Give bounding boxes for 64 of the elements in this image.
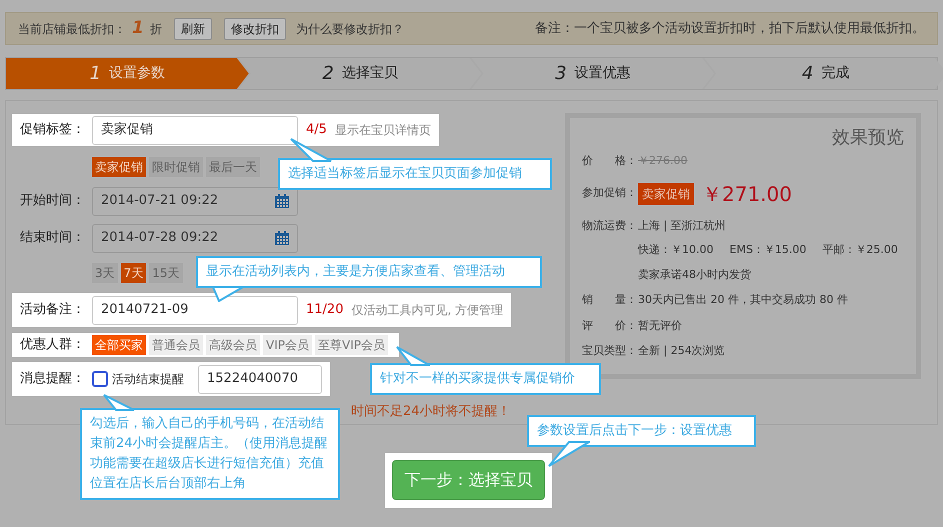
promo-tag: 卖家促销	[638, 182, 694, 204]
preview-label: 价 格：	[582, 153, 638, 169]
char-counter: 4/5	[306, 121, 327, 140]
field-label: 活动备注：	[20, 301, 86, 320]
field-label: 促销标签：	[20, 121, 86, 140]
option-chip[interactable]: 15天	[149, 263, 183, 283]
shipping-promise: 卖家承诺48小时内发货	[638, 266, 752, 282]
field-label: 优惠人群：	[20, 336, 86, 354]
step-label: 完成	[821, 64, 850, 83]
option-chip[interactable]: 普通会员	[149, 335, 203, 355]
checkbox[interactable]	[92, 371, 108, 387]
preview-title: 效果预览	[831, 126, 904, 150]
step-number: 2	[322, 62, 334, 86]
text-field[interactable]: 卖家促销	[92, 116, 298, 144]
shipping-route: 上海 | 至浙江杭州	[638, 218, 727, 234]
preview-value: 暂无评价	[638, 318, 682, 334]
original-price: ￥276.00	[638, 153, 688, 169]
hint-text: 仅活动工具内可见, 方便管理	[351, 302, 504, 319]
step-number: 1	[90, 62, 102, 86]
shipping-fee: EMS：￥15.00	[730, 242, 806, 258]
toolbar-button[interactable]: 刷新	[174, 18, 212, 40]
help-link[interactable]: 为什么要修改折扣？	[296, 20, 404, 38]
option-chip[interactable]: 至尊VIP会员	[314, 335, 388, 355]
step-label: 设置参数	[109, 64, 166, 83]
discount-value: 1	[132, 16, 144, 40]
next-step-button[interactable]: 下一步：选择宝贝	[392, 460, 545, 500]
step-number: 3	[555, 62, 567, 86]
preview-value: 30天内已售出 20 件，其中交易成功 80 件	[638, 292, 848, 308]
option-chip[interactable]: 高级会员	[206, 335, 260, 355]
checkbox-label[interactable]: 活动结束提醒	[112, 370, 184, 388]
preview-label: 宝贝类型：	[582, 343, 638, 359]
shipping-fee: 快递：￥10.00	[638, 242, 714, 258]
phone-field[interactable]: 15224040070	[198, 364, 322, 394]
step-number: 4	[802, 62, 814, 86]
shipping-fee: 平邮：￥25.00	[822, 242, 898, 258]
preview-label: 销 量：	[582, 292, 638, 308]
option-chip[interactable]: VIP会员	[263, 335, 312, 355]
field-label: 消息提醒：	[20, 370, 86, 388]
warning-text: 时间不足24小时将不提醒！	[351, 403, 511, 421]
field-label: 结束时间：	[20, 229, 86, 248]
step-label: 选择宝贝	[342, 64, 398, 83]
callout: 勾选后，输入自己的手机号码，在活动结束前24小时会提醒店主。（使用消息提醒功能需要在超级店长进行短信充值）充值位置在店长后台顶部右上角	[80, 408, 340, 500]
step-label: 设置优惠	[574, 64, 631, 83]
preview-label: 评 价：	[582, 318, 638, 334]
discount-unit: 折	[150, 20, 162, 38]
option-chip[interactable]: 3天	[92, 263, 118, 283]
note-text: 备注：一个宝贝被多个活动设置折扣时，拍下后默认使用最低折扣。	[535, 20, 925, 38]
option-chip[interactable]: 7天	[120, 263, 146, 283]
option-chip[interactable]: 最后一天	[206, 157, 260, 177]
discount-label: 当前店铺最低折扣：	[18, 20, 126, 38]
preview-label: 物流运费：	[582, 218, 638, 234]
hint-text: 显示在宝贝详情页	[334, 122, 431, 139]
calendar-icon[interactable]	[275, 231, 289, 245]
calendar-icon[interactable]	[275, 194, 289, 208]
char-counter: 11/20	[306, 301, 344, 320]
option-chip[interactable]: 限时促销	[149, 157, 203, 177]
option-chip[interactable]: 全部买家	[92, 335, 146, 355]
field-label: 开始时间：	[20, 192, 86, 210]
option-chip[interactable]: 卖家促销	[92, 157, 146, 177]
preview-label: 参加促销：	[582, 185, 638, 202]
date-field[interactable]: 2014-07-28 09:22	[92, 224, 298, 252]
toolbar-button[interactable]: 修改折扣	[224, 18, 286, 40]
preview-value: 全新 | 254次浏览	[638, 343, 725, 359]
promo-price: ￥271.00	[702, 180, 792, 208]
